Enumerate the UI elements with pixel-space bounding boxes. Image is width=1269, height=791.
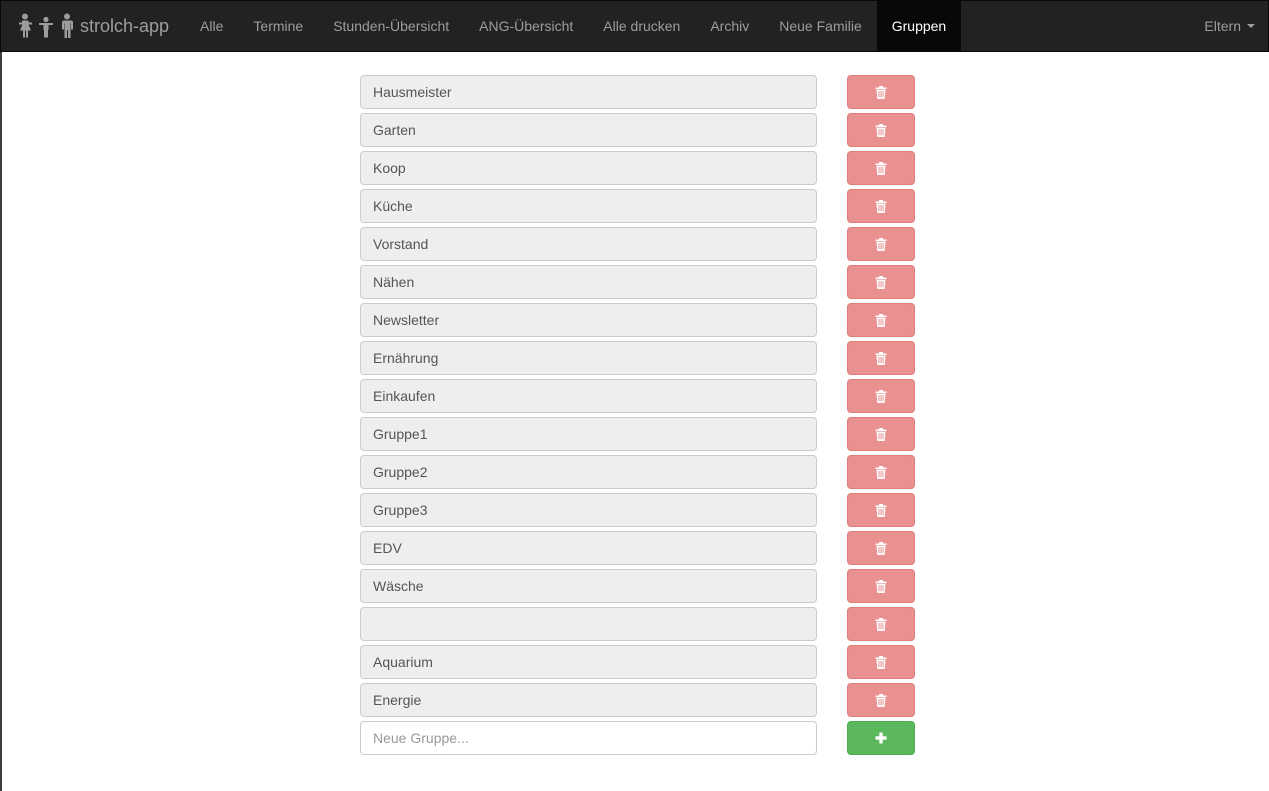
trash-icon [875, 389, 887, 403]
group-name-field[interactable]: Küche [360, 189, 817, 223]
trash-icon [875, 199, 887, 213]
delete-group-button[interactable] [847, 379, 915, 413]
family-icon [17, 13, 77, 39]
trash-icon [875, 541, 887, 555]
brand-name: strolch-app [80, 15, 170, 36]
delete-group-button[interactable] [847, 493, 915, 527]
user-menu-label: Eltern [1204, 18, 1241, 34]
group-row: Gruppe2 [360, 455, 915, 489]
group-name-field[interactable]: Vorstand [360, 227, 817, 261]
delete-group-button[interactable] [847, 75, 915, 109]
group-row: Newsletter [360, 303, 915, 337]
delete-group-button[interactable] [847, 265, 915, 299]
trash-icon [875, 123, 887, 137]
group-name-field[interactable]: Gruppe1 [360, 417, 817, 451]
user-menu-dropdown[interactable]: Eltern [1189, 1, 1268, 51]
trash-icon [875, 351, 887, 365]
group-name-field[interactable]: Gruppe3 [360, 493, 817, 527]
group-name-field[interactable]: Einkaufen [360, 379, 817, 413]
group-row: Ernährung [360, 341, 915, 375]
trash-icon [875, 313, 887, 327]
trash-icon [875, 693, 887, 707]
main-nav: Alle Termine Stunden-Übersicht ANG-Übersich… [185, 1, 962, 51]
delete-group-button[interactable] [847, 417, 915, 451]
plus-icon [875, 732, 887, 744]
group-name-field[interactable]: Gruppe2 [360, 455, 817, 489]
trash-icon [875, 579, 887, 593]
delete-group-button[interactable] [847, 645, 915, 679]
group-row: Energie [360, 683, 915, 717]
brand-link[interactable]: strolch-app [1, 1, 185, 51]
trash-icon [875, 655, 887, 669]
nav-item-alle[interactable]: Alle [185, 1, 238, 51]
trash-icon [875, 275, 887, 289]
new-group-input[interactable]: Neue Gruppe... [360, 721, 817, 755]
delete-group-button[interactable] [847, 531, 915, 565]
group-row: Vorstand [360, 227, 915, 261]
group-row: Nähen [360, 265, 915, 299]
new-group-row: Neue Gruppe... [360, 721, 915, 755]
group-row: Einkaufen [360, 379, 915, 413]
delete-group-button[interactable] [847, 113, 915, 147]
group-row [360, 607, 915, 641]
group-row: Küche [360, 189, 915, 223]
group-name-field[interactable]: Koop [360, 151, 817, 185]
trash-icon [875, 85, 887, 99]
delete-group-button[interactable] [847, 455, 915, 489]
nav-item-neue-familie[interactable]: Neue Familie [764, 1, 876, 51]
trash-icon [875, 503, 887, 517]
delete-group-button[interactable] [847, 569, 915, 603]
group-row: Koop [360, 151, 915, 185]
trash-icon [875, 427, 887, 441]
trash-icon [875, 617, 887, 631]
trash-icon [875, 465, 887, 479]
group-name-field[interactable]: Energie [360, 683, 817, 717]
group-row: Hausmeister [360, 75, 915, 109]
group-name-field[interactable]: Aquarium [360, 645, 817, 679]
delete-group-button[interactable] [847, 341, 915, 375]
group-row: Gruppe3 [360, 493, 915, 527]
nav-item-ang-übersicht[interactable]: ANG-Übersicht [464, 1, 588, 51]
group-row: Aquarium [360, 645, 915, 679]
group-list: Hausmeister Garten Koop Küche Vorstand Nähen N… [360, 75, 915, 759]
trash-icon [875, 237, 887, 251]
delete-group-button[interactable] [847, 303, 915, 337]
group-row: Wäsche [360, 569, 915, 603]
delete-group-button[interactable] [847, 151, 915, 185]
group-name-field[interactable]: Ernährung [360, 341, 817, 375]
nav-item-archiv[interactable]: Archiv [695, 1, 764, 51]
group-name-field[interactable] [360, 607, 817, 641]
window-edge [0, 0, 2, 791]
group-name-field[interactable]: Newsletter [360, 303, 817, 337]
group-name-field[interactable]: Nähen [360, 265, 817, 299]
group-name-field[interactable]: Wäsche [360, 569, 817, 603]
add-group-button[interactable] [847, 721, 915, 755]
top-navbar: strolch-app Alle Termine Stunden-Übersicht… [0, 0, 1269, 52]
group-row: EDV [360, 531, 915, 565]
nav-item-stunden-übersicht[interactable]: Stunden-Übersicht [318, 1, 464, 51]
trash-icon [875, 161, 887, 175]
delete-group-button[interactable] [847, 227, 915, 261]
nav-item-termine[interactable]: Termine [238, 1, 318, 51]
nav-item-alle-drucken[interactable]: Alle drucken [588, 1, 695, 51]
group-name-field[interactable]: Garten [360, 113, 817, 147]
group-row: Gruppe1 [360, 417, 915, 451]
group-row: Garten [360, 113, 915, 147]
delete-group-button[interactable] [847, 683, 915, 717]
delete-group-button[interactable] [847, 189, 915, 223]
group-name-field[interactable]: Hausmeister [360, 75, 817, 109]
nav-item-gruppen[interactable]: Gruppen [876, 1, 962, 51]
group-name-field[interactable]: EDV [360, 531, 817, 565]
caret-down-icon [1247, 24, 1255, 28]
delete-group-button[interactable] [847, 607, 915, 641]
